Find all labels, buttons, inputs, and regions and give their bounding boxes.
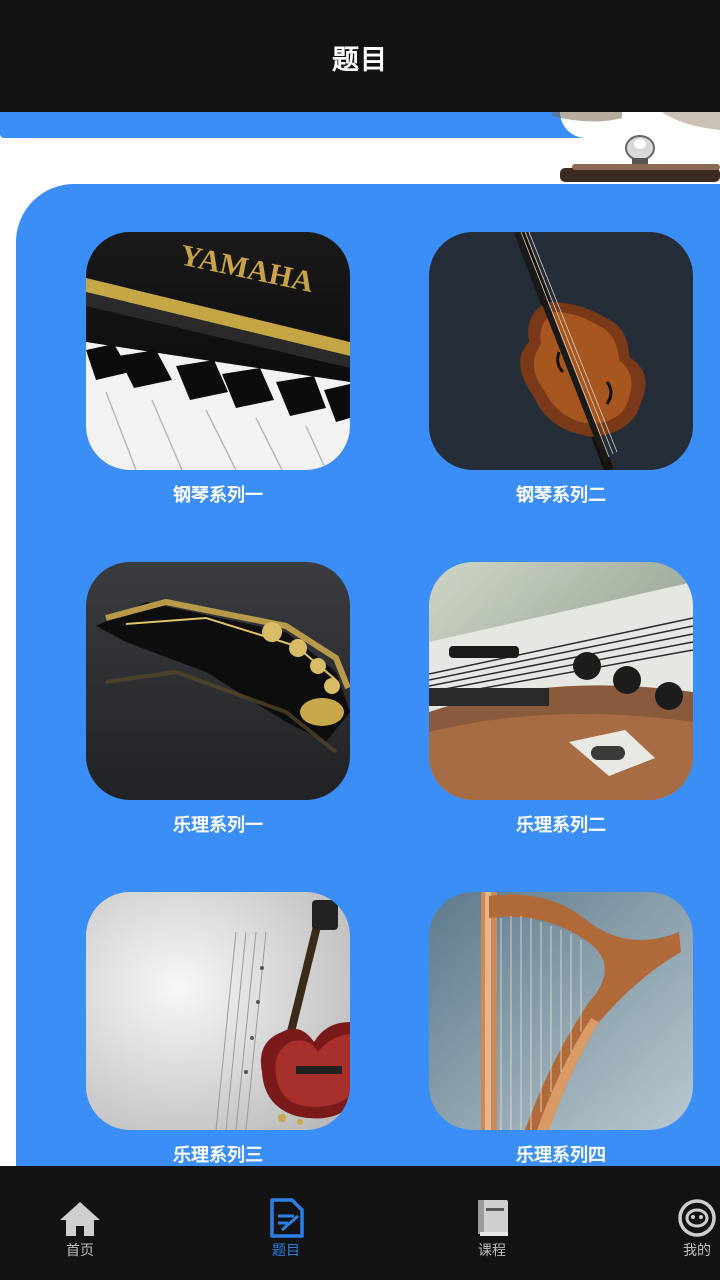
topic-tile-label: 乐理系列四 (516, 1145, 606, 1166)
harp-image (429, 892, 693, 1130)
profile-icon (678, 1199, 716, 1237)
topic-tile-label: 钢琴系列二 (516, 485, 606, 506)
screen: 题目 YAMAHA 钢琴系列一 钢琴系列二 乐理系列一 乐理系列二 乐理系列三 … (0, 0, 720, 1280)
nav-item-topics[interactable]: 题目 (241, 1198, 331, 1260)
home-icon (60, 1202, 100, 1236)
nav-label-topics: 题目 (272, 1243, 300, 1259)
title-bar: 题目 (0, 0, 720, 112)
violin-image (429, 232, 693, 470)
bottom-navigation: 首页 题目 课程 我的 (0, 1166, 720, 1280)
topic-grid-card: YAMAHA 钢琴系列一 钢琴系列二 乐理系列一 乐理系列二 乐理系列三 乐理系… (16, 184, 720, 1280)
nav-item-profile[interactable]: 我的 (652, 1198, 720, 1260)
nav-label-profile: 我的 (683, 1243, 711, 1259)
saxophone-image (86, 562, 350, 800)
nav-label-home: 首页 (66, 1243, 94, 1259)
topic-tile-label: 钢琴系列一 (173, 485, 263, 506)
topic-tile-label: 乐理系列三 (173, 1145, 263, 1166)
topic-tile-theory-3[interactable]: 乐理系列三 (86, 892, 350, 1168)
nav-item-home[interactable]: 首页 (35, 1198, 125, 1260)
nav-item-courses[interactable]: 课程 (447, 1198, 537, 1260)
topic-tile-theory-2[interactable]: 乐理系列二 (429, 562, 693, 838)
topic-tile-label: 乐理系列一 (173, 815, 263, 836)
topic-tile-piano-2[interactable]: 钢琴系列二 (429, 232, 693, 508)
topic-tile-piano-1[interactable]: YAMAHA 钢琴系列一 (86, 232, 350, 508)
page-title: 题目 (332, 45, 388, 76)
guitar-sheet-music-image (86, 892, 350, 1130)
book-icon (478, 1200, 508, 1236)
topic-tile-theory-4[interactable]: 乐理系列四 (429, 892, 693, 1168)
piano-keys-image: YAMAHA (86, 232, 350, 470)
gramophone-decoration (552, 112, 720, 182)
nav-label-courses: 课程 (478, 1243, 506, 1259)
document-edit-icon (270, 1198, 304, 1238)
topic-tile-label: 乐理系列二 (516, 815, 606, 836)
electric-guitar-image (429, 562, 693, 800)
topic-tile-theory-1[interactable]: 乐理系列一 (86, 562, 350, 838)
